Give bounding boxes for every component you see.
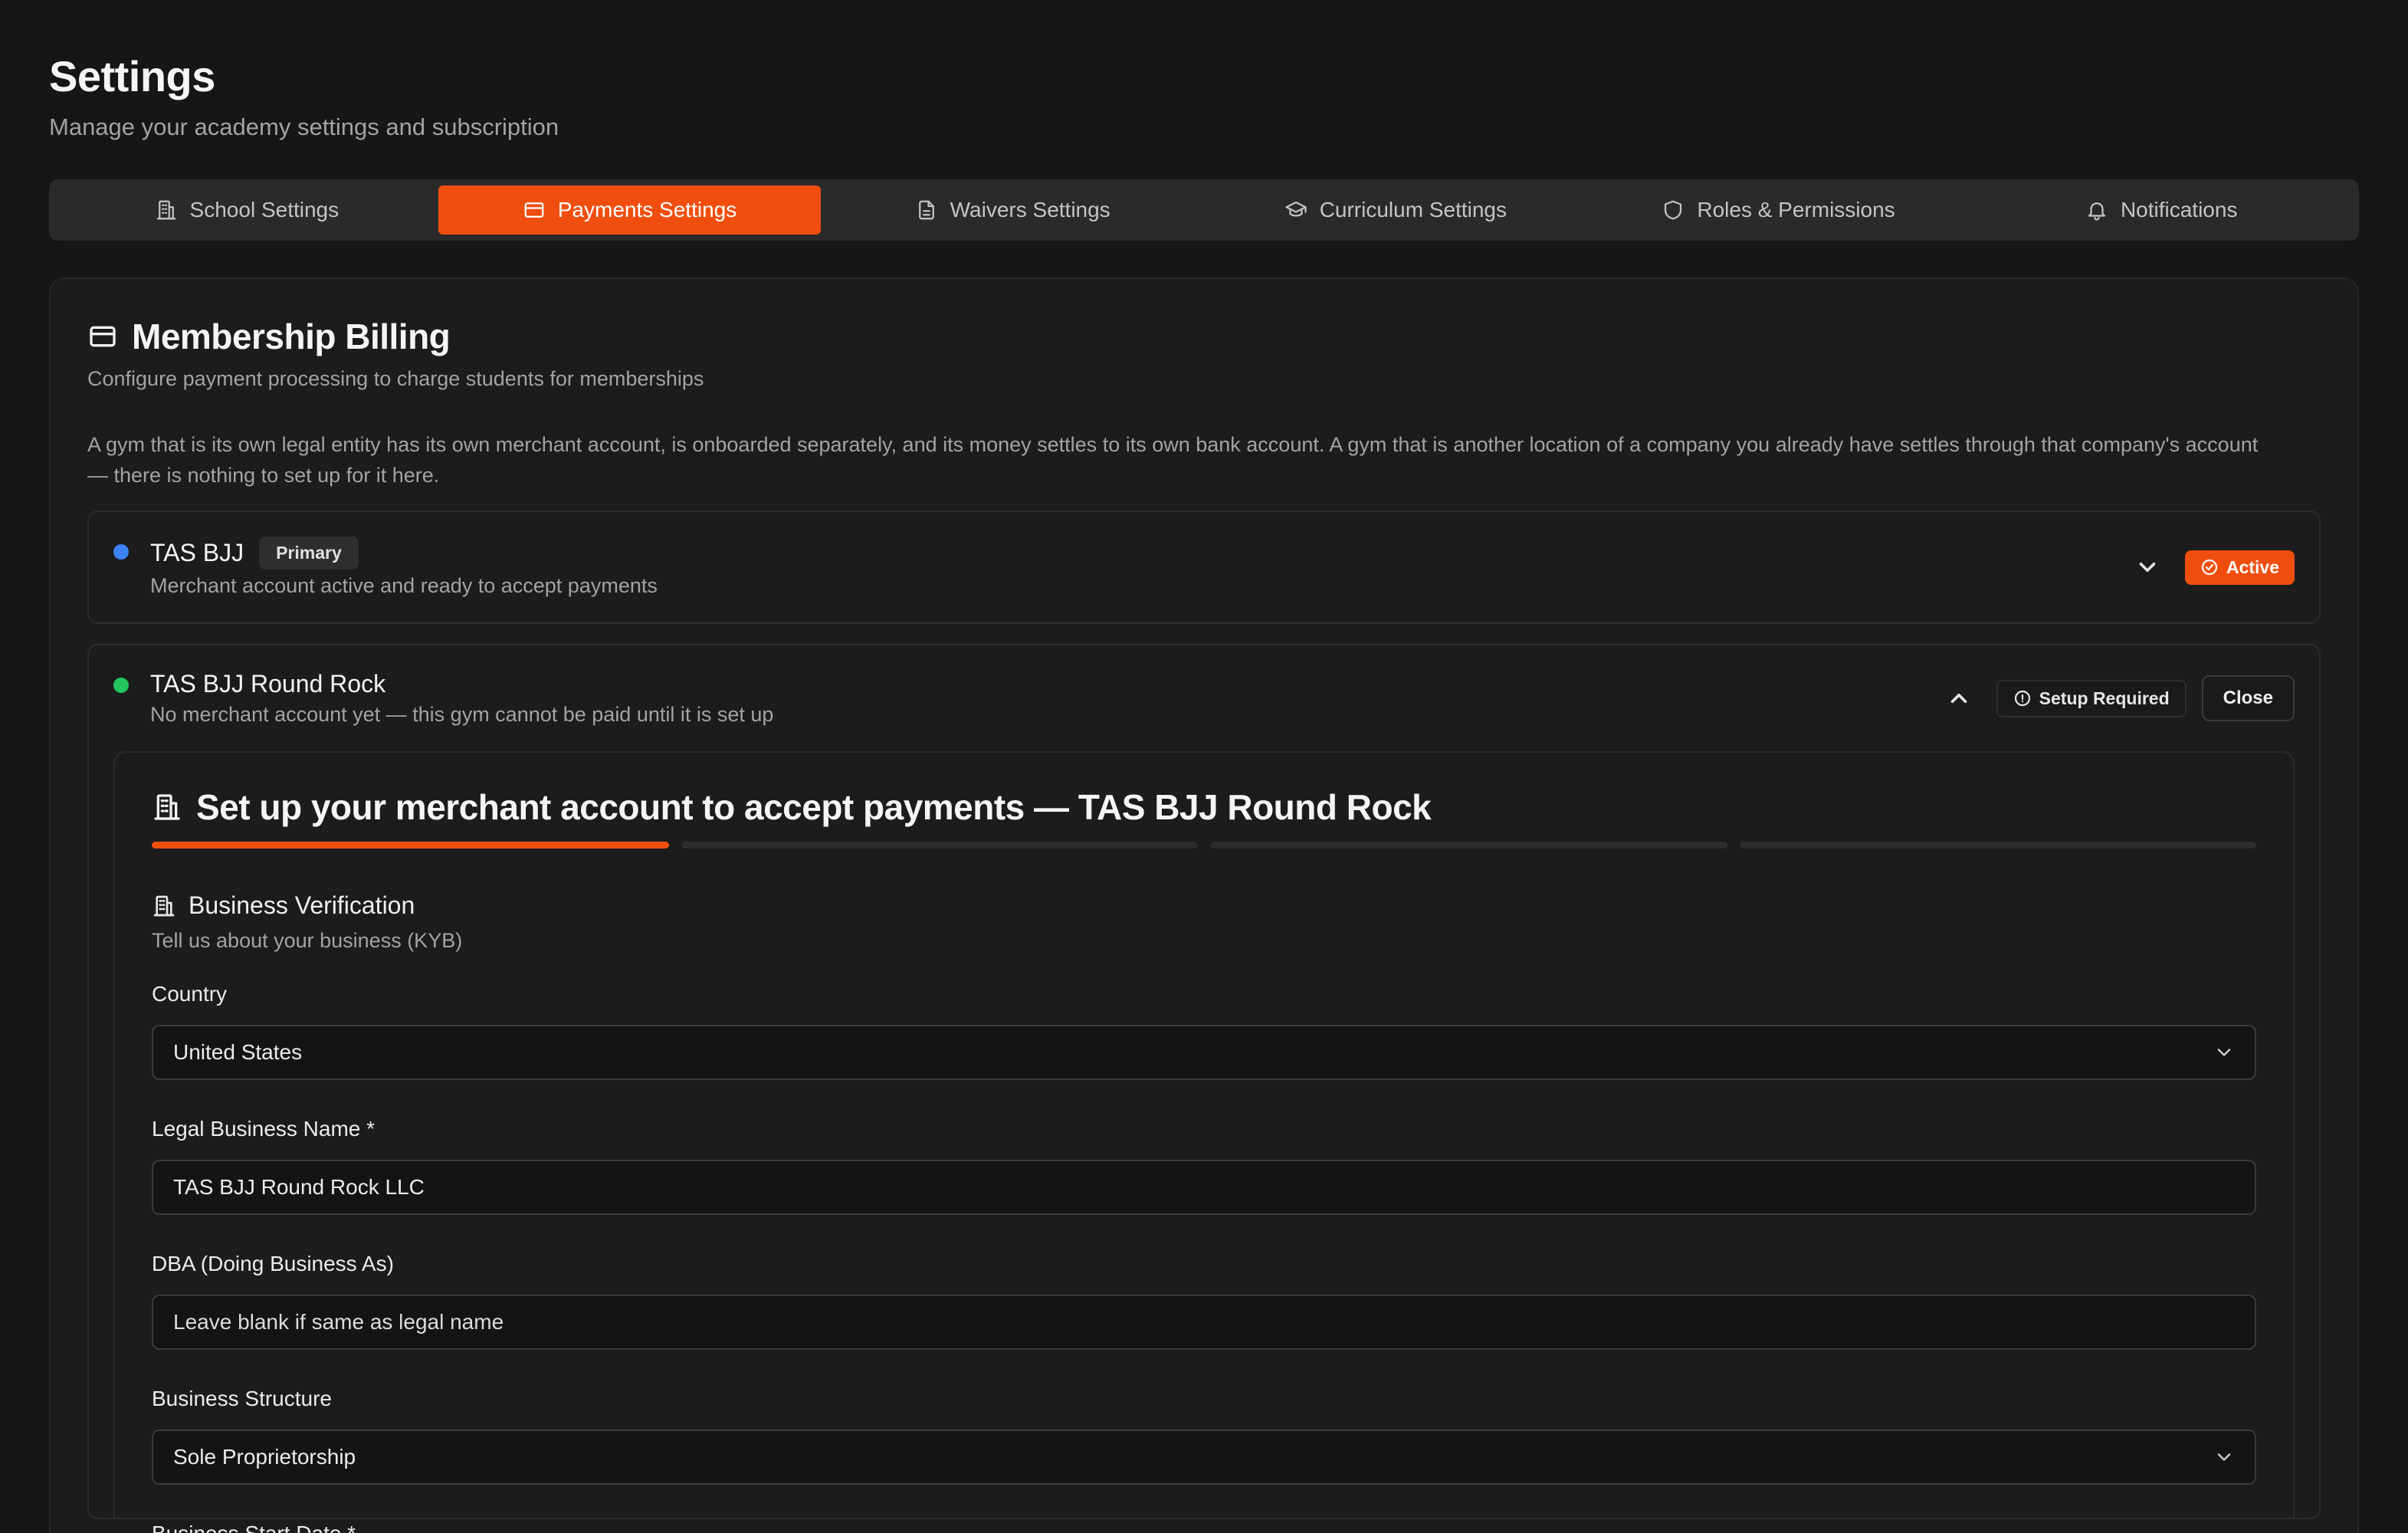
chevron-down-icon (2217, 1049, 2231, 1056)
credit-card-icon (524, 202, 544, 218)
merchant-setup-panel: Set up your merchant account to accept p… (113, 751, 2295, 1533)
chevron-down-icon[interactable] (2134, 554, 2160, 580)
gym-name-line: TAS BJJ Round Rock (150, 670, 1946, 698)
tab-waivers-settings[interactable]: Waivers Settings (821, 185, 1204, 235)
chevron-down-icon (2217, 1453, 2231, 1461)
card-header: Membership Billing (87, 316, 2321, 357)
dba-input[interactable]: Leave blank if same as legal name (152, 1295, 2256, 1350)
legal-name-label: Legal Business Name * (152, 1117, 376, 1141)
gym-actions: Active (2134, 550, 2295, 585)
gym-name: TAS BJJ Round Rock (150, 670, 386, 698)
active-badge-label: Active (2226, 556, 2279, 577)
page-title: Settings (49, 52, 215, 100)
alert-circle-icon (2014, 690, 2030, 707)
gym-item-tas-bjj-round-rock: TAS BJJ Round Rock No merchant account y… (87, 644, 2321, 1533)
gym-row[interactable]: TAS BJJ Round Rock No merchant account y… (89, 645, 2319, 751)
country-select-value: United States (173, 1040, 303, 1064)
legal-name-input[interactable]: TAS BJJ Round Rock LLC (152, 1160, 2256, 1215)
card-description: A gym that is its own legal entity has i… (87, 433, 2259, 487)
business-structure-label: Business Structure (152, 1387, 332, 1410)
step-title: Business Verification (189, 891, 415, 919)
tab-school-settings[interactable]: School Settings (55, 185, 438, 235)
tab-label: Payments Settings (557, 198, 737, 222)
primary-badge: Primary (259, 537, 359, 570)
card-subtitle: Configure payment processing to charge s… (87, 367, 704, 390)
country-select[interactable]: United States (152, 1025, 2256, 1080)
tab-curriculum-settings[interactable]: Curriculum Settings (1204, 185, 1587, 235)
setup-required-label: Setup Required (2039, 688, 2170, 708)
gym-info: TAS BJJ Round Rock No merchant account y… (150, 670, 1946, 727)
progress-step-3 (1210, 842, 1727, 849)
tab-payments-settings[interactable]: Payments Settings (438, 185, 822, 235)
tab-notifications[interactable]: Notifications (1970, 185, 2353, 235)
tab-label: Notifications (2120, 198, 2238, 222)
credit-card-icon (90, 326, 116, 347)
gym-status-text: No merchant account yet — this gym canno… (150, 703, 774, 726)
gym-status-dot (113, 544, 129, 560)
gym-item-tas-bjj: TAS BJJ Primary Merchant account active … (87, 510, 2321, 624)
gym-name: TAS BJJ (150, 539, 244, 566)
document-icon (918, 200, 934, 220)
business-structure-select[interactable]: Sole Proprietorship (152, 1430, 2256, 1485)
building-icon (156, 200, 176, 220)
tab-label: Roles & Permissions (1697, 198, 1895, 222)
page-subtitle: Manage your academy settings and subscri… (49, 113, 559, 140)
gym-status-text: Merchant account active and ready to acc… (150, 574, 658, 597)
dba-label: DBA (Doing Business As) (152, 1252, 394, 1275)
active-badge: Active (2184, 550, 2295, 585)
tab-label: Waivers Settings (950, 198, 1111, 222)
dba-placeholder: Leave blank if same as legal name (173, 1310, 504, 1334)
settings-page: Settings Manage your academy settings an… (0, 0, 2408, 1533)
check-circle-icon (2201, 559, 2218, 576)
bell-icon (2088, 202, 2106, 221)
chevron-up-icon[interactable] (1946, 685, 1972, 711)
gym-actions: Setup Required Close (1946, 675, 2295, 721)
gym-name-line: TAS BJJ Primary (150, 537, 2134, 570)
card-title: Membership Billing (132, 317, 451, 356)
shield-icon (1665, 200, 1682, 220)
tab-label: Curriculum Settings (1319, 198, 1507, 222)
membership-billing-card: Membership Billing Configure payment pro… (49, 277, 2359, 1533)
progress-step-1 (152, 842, 669, 849)
legal-name-value: TAS BJJ Round Rock LLC (173, 1175, 425, 1199)
setup-progress (152, 842, 2256, 849)
gym-info: TAS BJJ Primary Merchant account active … (150, 537, 2134, 598)
close-button[interactable]: Close (2201, 675, 2295, 721)
country-label: Country (152, 982, 228, 1006)
progress-step-2 (681, 842, 1198, 849)
gym-row[interactable]: TAS BJJ Primary Merchant account active … (89, 512, 2319, 622)
tab-roles-permissions[interactable]: Roles & Permissions (1587, 185, 1970, 235)
tab-label: School Settings (189, 198, 340, 222)
step-header: Business Verification (152, 891, 2256, 920)
gym-status-dot (113, 678, 129, 693)
settings-tabs: School Settings Payments Settings Waiver… (49, 179, 2359, 241)
graduation-cap-icon (1285, 201, 1307, 217)
setup-title: Set up your merchant account to accept p… (196, 787, 1432, 827)
progress-step-4 (1739, 842, 2256, 849)
setup-required-badge: Setup Required (1996, 679, 2187, 717)
building-icon (153, 895, 175, 916)
business-start-date-label: Business Start Date * (152, 1522, 2256, 1533)
step-subtitle: Tell us about your business (KYB) (152, 929, 463, 952)
setup-header: Set up your merchant account to accept p… (152, 786, 2256, 828)
building-icon (154, 794, 180, 820)
business-structure-value: Sole Proprietorship (173, 1445, 356, 1469)
